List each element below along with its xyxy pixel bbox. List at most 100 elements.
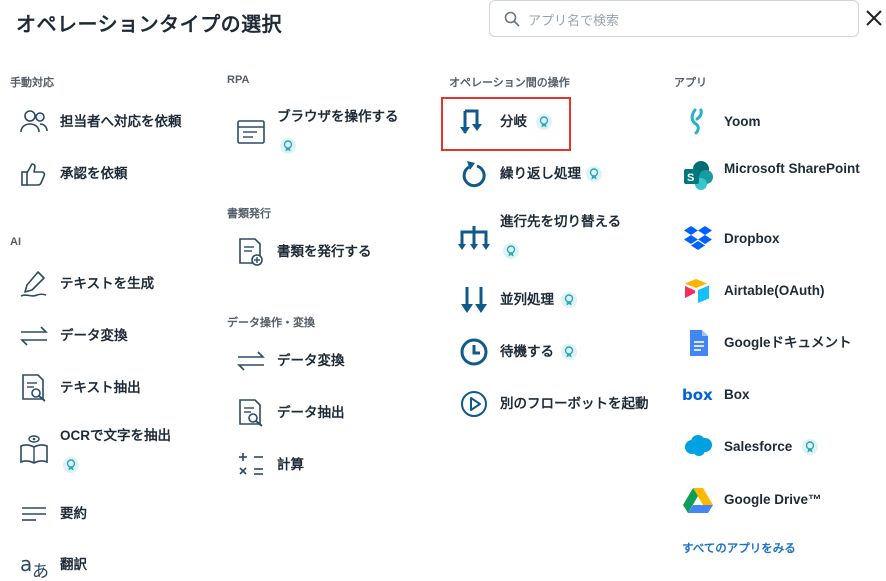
switch-path-icon — [458, 226, 490, 250]
yoom-logo-icon — [690, 108, 703, 135]
award-icon — [805, 441, 815, 453]
app-label: Googleドキュメント — [724, 335, 852, 350]
loop-icon — [462, 161, 486, 188]
app-label: Microsoft SharePoint — [724, 161, 860, 176]
premium-badge — [63, 457, 79, 473]
award-icon — [539, 116, 549, 128]
op-label: 書類を発行する — [277, 244, 372, 259]
users-icon — [20, 110, 48, 133]
op-ai-data-convert[interactable]: データ変換 — [18, 320, 208, 352]
dropbox-logo-icon — [684, 226, 712, 250]
book-eye-icon — [20, 435, 48, 464]
search-box[interactable] — [489, 0, 859, 37]
text-lines-icon — [22, 507, 46, 521]
app-label: Salesforce — [724, 439, 793, 454]
app-box[interactable]: box Box — [682, 379, 872, 411]
close-button[interactable] — [862, 6, 886, 30]
sharepoint-logo-icon: S — [684, 161, 713, 190]
op-label: 承認を依頼 — [60, 166, 128, 181]
award-icon — [589, 168, 599, 180]
app-google-drive[interactable]: Google Drive™ — [682, 484, 872, 516]
op-label: ブラウザを操作する — [277, 109, 399, 124]
search-icon — [504, 11, 520, 27]
op-label: データ変換 — [277, 353, 345, 368]
op-issue-document[interactable]: 書類を発行する — [235, 236, 425, 268]
op-request-approval[interactable]: 承認を依頼 — [18, 158, 208, 190]
op-label: 待機する — [500, 344, 554, 359]
op-summarize[interactable]: 要約 — [18, 498, 208, 530]
op-browser[interactable]: ブラウザを操作する — [235, 106, 425, 156]
svg-text:S: S — [687, 172, 694, 184]
pen-icon — [20, 271, 47, 297]
award-icon — [283, 140, 293, 152]
app-salesforce[interactable]: Salesforce — [682, 431, 872, 463]
section-title-ai: AI — [10, 236, 21, 248]
document-add-icon — [239, 238, 263, 266]
app-label: Dropbox — [724, 231, 780, 246]
op-label: 別のフローボットを起動 — [500, 396, 649, 411]
op-label: 翻訳 — [60, 557, 87, 572]
play-circle-icon — [461, 391, 487, 417]
premium-badge — [802, 439, 818, 455]
app-label: Google Drive™ — [724, 492, 822, 507]
app-airtable[interactable]: Airtable(OAuth) — [682, 275, 872, 307]
close-icon — [866, 10, 882, 26]
op-loop[interactable]: 繰り返し処理 — [458, 158, 648, 190]
swap-arrows-icon — [237, 351, 265, 371]
op-ocr[interactable]: OCRで文字を抽出 — [18, 426, 208, 474]
google-docs-logo-icon — [690, 330, 708, 356]
premium-badge — [536, 114, 552, 130]
app-yoom[interactable]: Yoom — [682, 106, 872, 138]
op-label: 並列処理 — [500, 292, 554, 307]
op-generate-text[interactable]: テキストを生成 — [18, 268, 208, 300]
op-data-convert[interactable]: データ変換 — [235, 345, 425, 377]
op-label: テキスト抽出 — [60, 380, 141, 395]
svg-text:あ: あ — [32, 562, 49, 581]
app-sharepoint[interactable]: S Microsoft SharePoint — [682, 158, 872, 202]
op-request-assignee[interactable]: 担当者へ対応を依頼 — [18, 106, 208, 138]
op-calculate[interactable]: 計算 — [235, 449, 425, 481]
op-label: データ変換 — [60, 328, 128, 343]
op-label: 進行先を切り替える — [500, 214, 622, 229]
swap-arrows-icon — [20, 326, 48, 346]
branch-icon — [460, 109, 482, 134]
parallel-arrows-icon — [461, 287, 487, 313]
app-google-docs[interactable]: Googleドキュメント — [682, 327, 872, 359]
app-label: Yoom — [724, 114, 761, 129]
op-extract-text[interactable]: テキスト抽出 — [18, 372, 208, 404]
op-label: 繰り返し処理 — [500, 166, 581, 181]
all-apps-link[interactable]: すべてのアプリをみる — [682, 540, 796, 556]
section-title-apps: アプリ — [674, 77, 707, 89]
translate-icon: aあ — [20, 552, 49, 581]
section-title-operations: オペレーション間の操作 — [449, 77, 570, 89]
op-label: 計算 — [277, 457, 304, 472]
op-label: データ抽出 — [277, 405, 345, 420]
op-data-extract[interactable]: データ抽出 — [235, 397, 425, 429]
svg-text:box: box — [682, 386, 713, 404]
section-title-doc: 書類発行 — [227, 208, 271, 220]
op-label: 要約 — [60, 506, 87, 521]
app-dropbox[interactable]: Dropbox — [682, 223, 872, 255]
box-logo-icon: box — [682, 386, 713, 404]
section-title-rpa: RPA — [227, 74, 250, 86]
search-input[interactable] — [526, 7, 850, 33]
award-icon — [66, 459, 76, 471]
thumbs-up-icon — [21, 163, 46, 186]
op-switch-path[interactable]: 進行先を切り替える — [458, 212, 648, 262]
clock-icon — [460, 338, 488, 366]
op-parallel[interactable]: 並列処理 — [458, 284, 648, 316]
section-title-data: データ操作・変換 — [227, 317, 315, 329]
app-label: Airtable(OAuth) — [724, 283, 825, 298]
award-icon — [564, 294, 574, 306]
op-launch-flowbot[interactable]: 別のフローボットを起動 — [458, 388, 658, 420]
airtable-logo-icon — [685, 279, 709, 303]
premium-badge — [503, 243, 519, 259]
op-translate[interactable]: aあ 翻訳 — [18, 549, 208, 581]
calculator-icon — [239, 453, 263, 475]
op-branch[interactable]: 分岐 — [458, 106, 568, 138]
section-title-manual: 手動対応 — [10, 77, 54, 89]
op-wait[interactable]: 待機する — [458, 336, 648, 368]
award-icon — [564, 346, 574, 358]
op-label: 分岐 — [500, 114, 527, 129]
premium-badge — [561, 292, 577, 308]
